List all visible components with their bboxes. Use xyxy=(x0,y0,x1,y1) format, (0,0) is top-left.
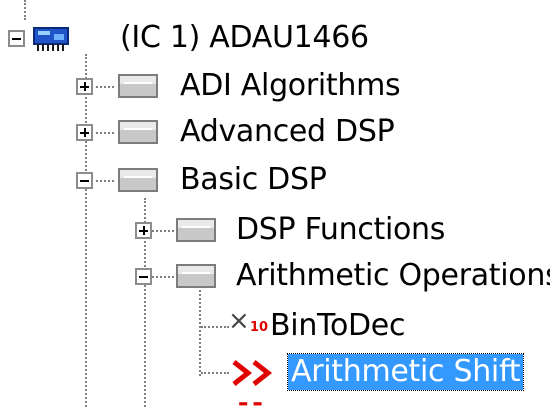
collapse-basic-dsp-button[interactable] xyxy=(76,172,93,189)
tree-item-arithmetic-operations[interactable]: Arithmetic Operations xyxy=(236,258,550,294)
tree-item-dsp-functions[interactable]: DSP Functions xyxy=(236,212,445,248)
tree-connector xyxy=(96,180,114,182)
collapse-arithmetic-operations-button[interactable] xyxy=(135,268,152,285)
arithmetic-shift-icon xyxy=(232,360,273,386)
folder-icon xyxy=(118,120,158,144)
algorithm-tree: (IC 1) ADAU1466 ADI Algorithms Advanced … xyxy=(0,0,550,407)
folder-icon xyxy=(118,74,158,98)
tree-item-root[interactable]: (IC 1) ADAU1466 xyxy=(120,20,369,56)
bin-to-dec-subscript: 10 xyxy=(250,320,269,335)
tree-connector xyxy=(96,86,114,88)
tree-connector xyxy=(199,290,201,376)
tree-connector xyxy=(201,372,229,374)
tree-item-basic-dsp[interactable]: Basic DSP xyxy=(180,162,327,198)
tree-item-adi-algorithms[interactable]: ADI Algorithms xyxy=(180,68,401,104)
collapse-root-button[interactable] xyxy=(8,30,25,47)
ic-chip-icon xyxy=(33,27,69,51)
tree-item-bin-to-dec[interactable]: BinToDec xyxy=(270,308,405,344)
tree-connector xyxy=(96,132,114,134)
expand-adi-algorithms-button[interactable] xyxy=(76,78,93,95)
tree-item-arithmetic-shift[interactable]: Arithmetic Shift xyxy=(286,353,525,391)
tree-connector xyxy=(85,54,87,407)
folder-icon xyxy=(118,168,158,192)
tree-connector xyxy=(152,230,174,232)
tree-connector xyxy=(24,0,26,20)
folder-icon xyxy=(176,264,216,288)
expand-dsp-functions-button[interactable] xyxy=(135,222,152,239)
tree-connector xyxy=(152,276,174,278)
next-item-icon xyxy=(239,402,262,406)
folder-icon xyxy=(176,218,216,242)
bin-to-dec-icon: × xyxy=(228,306,250,336)
tree-connector xyxy=(201,326,229,328)
expand-advanced-dsp-button[interactable] xyxy=(76,124,93,141)
tree-item-advanced-dsp[interactable]: Advanced DSP xyxy=(180,114,395,150)
